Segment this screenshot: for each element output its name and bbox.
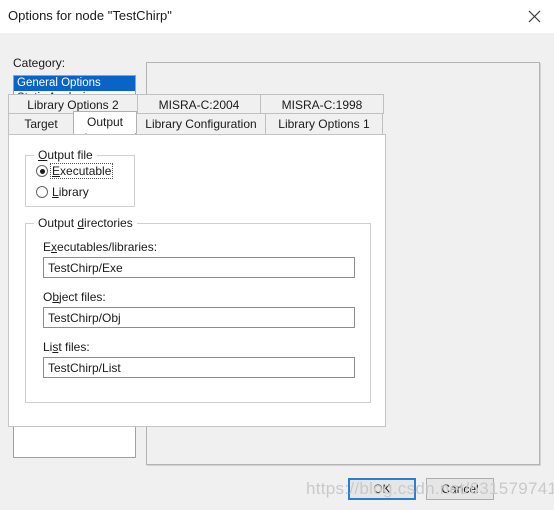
tab-label: Library Configuration bbox=[145, 117, 257, 131]
window-title: Options for node "TestChirp" bbox=[8, 8, 172, 23]
executables-libraries-label: Executables/libraries: bbox=[43, 240, 158, 254]
executables-libraries-input[interactable] bbox=[43, 257, 355, 278]
output-file-group-title-rest: utput file bbox=[47, 148, 93, 162]
tab-output[interactable]: Output bbox=[73, 111, 137, 133]
radio-executable-mnemonic: E bbox=[52, 164, 61, 178]
radio-executable[interactable]: Executable bbox=[36, 163, 114, 179]
list-files-label-mnemonic: s bbox=[52, 340, 59, 354]
cancel-button[interactable]: Cancel bbox=[426, 478, 494, 500]
close-icon bbox=[528, 10, 541, 23]
tab-label: MISRA-C:2004 bbox=[158, 98, 240, 112]
tab-row-top: Library Options 2 MISRA-C:2004 MISRA-C:199… bbox=[8, 94, 384, 114]
executables-libraries-label-mnemonic: x bbox=[51, 240, 58, 254]
tab-label: Target bbox=[24, 117, 58, 131]
output-directories-group-title: Output directories bbox=[34, 216, 137, 230]
tab-label: MISRA-C:1998 bbox=[281, 98, 363, 112]
radio-executable-mark bbox=[36, 165, 48, 177]
object-files-input[interactable] bbox=[43, 307, 355, 328]
output-file-group: Output file Executable Library bbox=[25, 148, 135, 207]
radio-library-mark bbox=[36, 186, 48, 198]
radio-library[interactable]: Library bbox=[36, 185, 90, 199]
list-files-label: List files: bbox=[43, 340, 90, 354]
object-files-label: Object files: bbox=[43, 290, 106, 304]
tab-misra-c-2004[interactable]: MISRA-C:2004 bbox=[137, 94, 261, 114]
close-button[interactable] bbox=[514, 0, 554, 32]
radio-executable-label: Executable bbox=[49, 163, 114, 179]
category-label: Category: bbox=[13, 56, 66, 70]
tab-bar: Library Options 2 MISRA-C:2004 MISRA-C:199… bbox=[8, 94, 386, 135]
radio-library-label: Library bbox=[52, 185, 89, 199]
tab-label: Output bbox=[86, 115, 124, 129]
output-file-group-title-mnemonic: O bbox=[38, 148, 48, 162]
title-bar: Options for node "TestChirp" bbox=[0, 0, 554, 33]
tab-page-output: Output file Executable Library Output di… bbox=[8, 134, 386, 427]
tab-label: Library Options 2 bbox=[27, 98, 119, 112]
ok-button[interactable]: OK bbox=[348, 478, 416, 500]
tab-row-bottom: Target Output Library Configuration Library… bbox=[8, 111, 383, 135]
category-item-label: General Options bbox=[17, 77, 101, 89]
list-files-input[interactable] bbox=[43, 357, 355, 378]
output-directories-title-rest: irectories bbox=[84, 216, 133, 230]
radio-library-mnemonic: L bbox=[52, 185, 59, 199]
tab-misra-c-1998[interactable]: MISRA-C:1998 bbox=[260, 94, 384, 114]
category-item[interactable]: General Options bbox=[14, 76, 135, 91]
tab-library-options-1[interactable]: Library Options 1 bbox=[265, 113, 383, 135]
tab-library-configuration[interactable]: Library Configuration bbox=[136, 113, 266, 135]
object-files-label-mnemonic: b bbox=[52, 290, 60, 304]
output-directories-title-pre: Output bbox=[38, 216, 78, 230]
tab-label: Library Options 1 bbox=[278, 117, 370, 131]
dialog-body: Category: General OptionsStatic Analysis… bbox=[0, 33, 554, 510]
tab-target[interactable]: Target bbox=[8, 113, 74, 135]
output-file-group-title: Output file bbox=[34, 148, 97, 162]
